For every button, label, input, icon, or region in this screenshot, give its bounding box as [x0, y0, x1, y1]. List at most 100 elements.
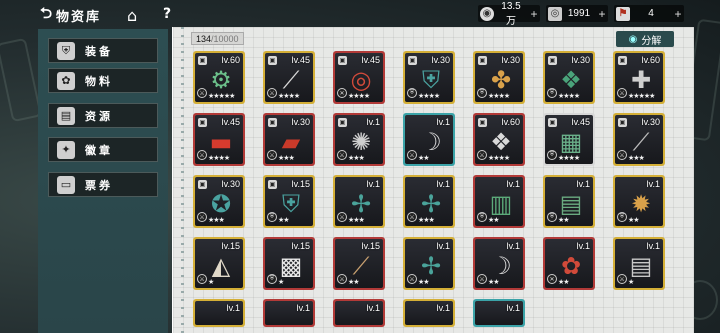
- item-stars: ★★★: [348, 216, 365, 224]
- help-button[interactable]: ?: [163, 6, 171, 22]
- item-level: lv.1: [296, 303, 310, 313]
- lock-icon: ▣: [548, 56, 557, 65]
- item-card[interactable]: lv.1 ▥ ⛨ ★★: [473, 175, 525, 228]
- item-card[interactable]: lv.1: [333, 299, 385, 327]
- item-type-icon: ⚔: [407, 212, 417, 222]
- add-ticket-button[interactable]: +: [672, 7, 684, 21]
- tab-label: 装备: [85, 44, 113, 58]
- item-type-icon: ✕: [337, 88, 347, 98]
- item-type-icon: ⛨: [477, 212, 487, 222]
- item-card[interactable]: ▣ lv.60 ⚙ ⚔ ★★★★★: [193, 51, 245, 104]
- item-level: lv.1: [436, 179, 450, 189]
- item-level: lv.45: [571, 117, 590, 127]
- box-icon: ▥: [489, 190, 513, 218]
- item-level: lv.1: [436, 303, 450, 313]
- tab-tickets[interactable]: ▭ 票券: [48, 172, 158, 197]
- mask-icon: ✿: [560, 252, 582, 280]
- shield3-icon: ⛨: [282, 190, 300, 218]
- item-card[interactable]: lv.1: [473, 299, 525, 327]
- item-stars: ★★★★: [208, 154, 230, 162]
- item-card[interactable]: ▣ lv.60 ❖ ⚔ ★★★★: [473, 113, 525, 166]
- add-coin-button[interactable]: +: [528, 7, 540, 21]
- lock-icon: ▣: [198, 118, 207, 127]
- item-level: lv.1: [576, 179, 590, 189]
- item-card[interactable]: ▣ lv.45 ⟋ ⚔ ★★★★: [263, 51, 315, 104]
- checker-icon: ▩: [279, 252, 303, 280]
- home-button[interactable]: ⌂: [127, 6, 137, 25]
- bow-icon: ☽: [420, 128, 442, 156]
- tab-label: 徽章: [85, 143, 113, 157]
- lock-icon: ▣: [268, 56, 277, 65]
- item-type-icon: ⚔: [197, 274, 207, 284]
- item-card[interactable]: lv.1 ✿ ✕ ★★: [543, 237, 595, 290]
- decompose-button[interactable]: ◉ 分解: [616, 31, 674, 47]
- item-type-icon: ⚔: [617, 150, 627, 160]
- eye-icon: ◉: [628, 33, 638, 45]
- item-card[interactable]: lv.1 ✹ ⛨ ★★: [613, 175, 665, 228]
- lock-icon: ▣: [338, 56, 347, 65]
- item-card[interactable]: ▣ lv.30 ✪ ⚔ ★★★: [193, 175, 245, 228]
- item-level: lv.1: [646, 179, 660, 189]
- item-stars: ★★: [418, 154, 430, 162]
- lock-icon: ▣: [408, 56, 417, 65]
- item-card[interactable]: lv.1: [193, 299, 245, 327]
- item-level: lv.60: [501, 117, 520, 127]
- item-card[interactable]: ▣ lv.30 ⟋ ⚔ ★★★: [613, 113, 665, 166]
- tab-badges[interactable]: ✦ 徽章: [48, 137, 158, 162]
- item-level: lv.1: [506, 179, 520, 189]
- item-card[interactable]: ▣ lv.60 ✚ ⚔ ★★★★★: [613, 51, 665, 104]
- item-type-icon: ✕: [547, 274, 557, 284]
- item-card[interactable]: ▣ lv.45 ▦ ⛨ ★★★★: [543, 113, 595, 166]
- bird-icon: ✤: [490, 66, 512, 94]
- item-card[interactable]: ▣ lv.45 ▬ ⚔ ★★★★: [193, 113, 245, 166]
- crate-icon: ▦: [559, 128, 583, 156]
- item-card[interactable]: lv.15 ⟋ ⚔ ★★: [333, 237, 385, 290]
- book-icon: ▤: [57, 106, 75, 125]
- item-type-icon: ⚔: [197, 212, 207, 222]
- item-card[interactable]: lv.1 ▤ ⚔ ★: [613, 237, 665, 290]
- item-card[interactable]: lv.1 ▤ ⛨ ★★: [543, 175, 595, 228]
- item-card[interactable]: lv.1: [403, 299, 455, 327]
- badge-icon: ✦: [57, 140, 75, 159]
- item-level: lv.1: [366, 303, 380, 313]
- back-arrow-icon: ⮌: [40, 3, 53, 22]
- item-type-icon: ⛨: [267, 274, 277, 284]
- item-card[interactable]: lv.1: [263, 299, 315, 327]
- item-card[interactable]: lv.1 ☽ ⚔ ★★: [403, 113, 455, 166]
- item-card-inner: ▣ lv.45 ▬ ⚔ ★★★★: [195, 115, 243, 164]
- tab-materials[interactable]: ✿ 物料: [48, 68, 158, 93]
- item-card[interactable]: ▣ lv.30 ✤ ⛨ ★★★★: [473, 51, 525, 104]
- item-level: lv.1: [506, 303, 520, 313]
- coin-counter: ◉ 13.5万 +: [478, 1, 540, 27]
- item-card[interactable]: ▣ lv.30 ❖ ⛨ ★★★★: [543, 51, 595, 104]
- tab-resources[interactable]: ▤ 资源: [48, 103, 158, 128]
- item-card[interactable]: ▣ lv.30 ⛨ ⛨ ★★★★: [403, 51, 455, 104]
- cannon-icon: ⚙: [210, 66, 232, 94]
- item-card-inner: ▣ lv.60 ✚ ⚔ ★★★★★: [615, 53, 663, 102]
- item-card[interactable]: ▣ lv.1 ✺ ⚔ ★★★: [333, 113, 385, 166]
- item-card[interactable]: lv.1 ☽ ⚔ ★★: [473, 237, 525, 290]
- item-card[interactable]: ▣ lv.45 ◎ ✕ ★★★★: [333, 51, 385, 104]
- item-card[interactable]: lv.1 ✢ ⚔ ★★★: [333, 175, 385, 228]
- item-card[interactable]: lv.1 ✢ ⚔ ★★: [403, 237, 455, 290]
- item-card-inner: ▣ lv.1 ✺ ⚔ ★★★: [335, 115, 383, 164]
- add-gem-button[interactable]: +: [596, 7, 608, 21]
- item-card[interactable]: ▣ lv.30 ▰ ⚔ ★★★: [263, 113, 315, 166]
- flute-icon: ⟋: [352, 252, 370, 280]
- item-type-icon: ⛨: [407, 88, 417, 98]
- gem-value: 1991: [567, 8, 591, 19]
- back-button[interactable]: ⮌ 物资库: [40, 3, 134, 25]
- item-card-inner: ▣ lv.45 ▦ ⛨ ★★★★: [545, 115, 593, 164]
- item-card[interactable]: lv.15 ◭ ⚔ ★: [193, 237, 245, 290]
- item-card[interactable]: ▣ lv.15 ⛨ ⛨ ★★: [263, 175, 315, 228]
- item-type-icon: ⛨: [547, 150, 557, 160]
- item-card-inner: lv.1 ▤ ⚔ ★: [615, 239, 663, 288]
- item-card[interactable]: lv.15 ▩ ⛨ ★: [263, 237, 315, 290]
- ticket-icon: ⚑: [616, 6, 630, 21]
- item-card[interactable]: lv.1 ✢ ⚔ ★★★: [403, 175, 455, 228]
- inventory-area: 134 /10000 ◉ 分解 ▣ lv.60 ⚙ ⚔ ★★★★★ ▣ lv.45 ⟋ ⚔ ★★★…: [172, 27, 694, 333]
- tab-equipment[interactable]: ⛨ 装备: [48, 38, 158, 63]
- item-stars: ★★★: [628, 154, 645, 162]
- item-type-icon: ⚔: [407, 150, 417, 160]
- tab-label: 物料: [85, 74, 113, 88]
